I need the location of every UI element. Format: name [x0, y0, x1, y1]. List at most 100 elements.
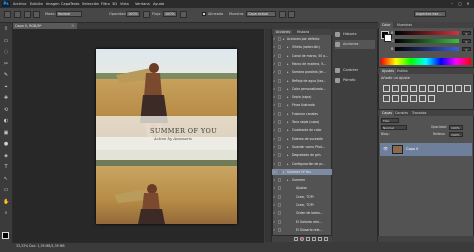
- eyedropper-tool-icon[interactable]: ✎: [3, 72, 9, 78]
- ignore-adjustment-icon[interactable]: [279, 11, 286, 18]
- opacity-field[interactable]: 100%: [126, 11, 140, 17]
- disclosure-triangle-icon[interactable]: ▸: [287, 161, 289, 167]
- foreground-background-colors[interactable]: [2, 232, 12, 242]
- check-icon[interactable]: ✓: [273, 203, 276, 207]
- menu-item-2[interactable]: Imagen: [46, 1, 60, 7]
- dialog-toggle-icon[interactable]: [278, 178, 281, 183]
- hand-tool-icon[interactable]: ✋: [3, 199, 9, 205]
- action-row[interactable]: ✓ ▸ Degradado de gris: [272, 152, 332, 158]
- move-tool-icon[interactable]: ⇧: [3, 26, 9, 32]
- check-icon[interactable]: ✓: [273, 62, 276, 66]
- tab-history[interactable]: Historia: [297, 30, 309, 34]
- action-row[interactable]: ✓ Orden de botes...: [272, 210, 332, 216]
- clone-source-icon[interactable]: [33, 11, 40, 18]
- minimize-icon[interactable]: –: [449, 1, 455, 7]
- aligned-checkbox[interactable]: [202, 12, 206, 16]
- tab-layers[interactable]: Capas: [380, 110, 395, 116]
- dialog-toggle-icon[interactable]: [278, 227, 281, 232]
- dock-item-history[interactable]: Historia: [335, 30, 375, 39]
- lasso-tool-icon[interactable]: ◌: [3, 49, 9, 55]
- marquee-tool-icon[interactable]: ▭: [3, 38, 9, 44]
- stop-icon[interactable]: [294, 237, 298, 241]
- action-row[interactable]: ✓ ▸ Pinza ilustrada: [272, 102, 332, 108]
- dialog-toggle-icon[interactable]: [278, 78, 281, 83]
- action-row[interactable]: ✓ ▸ Summer Of You: [272, 168, 332, 175]
- tab-actions[interactable]: Acciones: [274, 30, 293, 34]
- check-icon[interactable]: ✓: [273, 120, 276, 124]
- type-tool-icon[interactable]: T: [3, 164, 9, 170]
- blur-tool-icon[interactable]: ●: [3, 141, 9, 147]
- color-balance-icon[interactable]: [437, 85, 444, 92]
- menu-item-1[interactable]: Edición: [30, 1, 43, 7]
- disclosure-triangle-icon[interactable]: ▸: [287, 69, 289, 75]
- dialog-toggle-icon[interactable]: [278, 86, 281, 91]
- color-lookup-icon[interactable]: [383, 95, 390, 102]
- close-icon[interactable]: ✕: [465, 1, 471, 7]
- hue-saturation-icon[interactable]: [428, 85, 435, 92]
- disclosure-triangle-icon[interactable]: ▸: [287, 177, 289, 183]
- gradient-map-icon[interactable]: [419, 95, 426, 102]
- selective-color-icon[interactable]: [428, 95, 435, 102]
- action-row[interactable]: ✓ ▸ Viñeta (selección): [272, 44, 332, 50]
- menu-item-5[interactable]: Selección: [82, 1, 99, 7]
- color-slider[interactable]: [395, 39, 459, 43]
- foreground-color-swatch[interactable]: [2, 232, 9, 239]
- disclosure-triangle-icon[interactable]: ▸: [287, 127, 289, 133]
- fill-field[interactable]: 100%: [449, 132, 463, 137]
- invert-icon[interactable]: [392, 95, 399, 102]
- menu-item-3[interactable]: Capa: [61, 1, 70, 7]
- dialog-toggle-icon[interactable]: [278, 144, 281, 149]
- check-icon[interactable]: ✓: [273, 228, 276, 232]
- tab-adjustments[interactable]: Ajustes: [380, 68, 397, 74]
- color-spectrum-bar[interactable]: [381, 58, 471, 65]
- flow-field[interactable]: 100%: [163, 11, 177, 17]
- layer-name[interactable]: Capa 0: [406, 147, 418, 151]
- action-row[interactable]: ✓ ▸ Configuración de pr...: [272, 161, 332, 167]
- check-icon[interactable]: ✓: [273, 79, 276, 83]
- action-row[interactable]: ✓ ▸ Marco de madera, 5...: [272, 61, 332, 67]
- dialog-toggle-icon[interactable]: [278, 61, 281, 66]
- slider-value[interactable]: 0: [462, 47, 471, 52]
- brush-size-icon[interactable]: [14, 11, 21, 18]
- brightness-icon[interactable]: [383, 85, 390, 92]
- black-white-icon[interactable]: [446, 85, 453, 92]
- dock-item-actions[interactable]: Acciones: [335, 40, 375, 49]
- dialog-toggle-icon[interactable]: [278, 153, 281, 158]
- slider-value[interactable]: 0: [462, 31, 471, 36]
- action-row[interactable]: ✓ ▸ Estereo de sucesión: [272, 136, 332, 142]
- menu-item-6[interactable]: Filtro: [101, 1, 110, 7]
- dialog-toggle-icon[interactable]: [278, 70, 281, 75]
- check-icon[interactable]: ✓: [273, 112, 276, 116]
- disclosure-triangle-icon[interactable]: ▸: [287, 44, 289, 50]
- blend-mode-select[interactable]: Normal: [381, 125, 407, 130]
- action-row[interactable]: ✓ ▸ Canal de marco, 50 p...: [272, 53, 332, 59]
- disclosure-triangle-icon[interactable]: ▸: [287, 53, 289, 59]
- dialog-toggle-icon[interactable]: [278, 95, 281, 100]
- disclosure-triangle-icon[interactable]: ▸: [287, 119, 289, 125]
- dodge-tool-icon[interactable]: ◐: [3, 118, 9, 124]
- check-icon[interactable]: ✓: [273, 137, 276, 141]
- disclosure-triangle-icon[interactable]: ▸: [287, 144, 289, 150]
- pen-tool-icon[interactable]: ◈: [3, 153, 9, 159]
- dialog-toggle-icon[interactable]: [278, 169, 281, 174]
- exposure-icon[interactable]: [410, 85, 417, 92]
- action-row[interactable]: ✓ ▸ Reflejo de agua (tex...: [272, 78, 332, 84]
- tab-styles[interactable]: Estilos: [397, 68, 408, 74]
- new-action-icon[interactable]: [318, 237, 322, 241]
- dialog-toggle-icon[interactable]: [278, 211, 281, 216]
- check-icon[interactable]: ✓: [273, 54, 276, 58]
- zoom-tool-icon[interactable]: ⌕: [3, 210, 9, 216]
- action-row[interactable]: ✓ ▸ Guardar como Phot...: [272, 144, 332, 150]
- brush-tool-icon[interactable]: ✚: [3, 95, 9, 101]
- menu-item-4[interactable]: Texto: [70, 1, 79, 7]
- check-icon[interactable]: ✓: [273, 145, 276, 149]
- color-slider[interactable]: [395, 47, 459, 51]
- workspace-select[interactable]: Aspectos ese...: [414, 11, 446, 17]
- dialog-toggle-icon[interactable]: [278, 111, 281, 116]
- gradient-tool-icon[interactable]: ▣: [3, 130, 9, 136]
- dialog-toggle-icon[interactable]: [278, 219, 281, 224]
- new-set-icon[interactable]: [312, 237, 316, 241]
- menu-item-8[interactable]: Vista: [120, 1, 129, 7]
- dialog-toggle-icon[interactable]: [278, 37, 281, 41]
- menu-item-0[interactable]: Archivo: [13, 1, 26, 7]
